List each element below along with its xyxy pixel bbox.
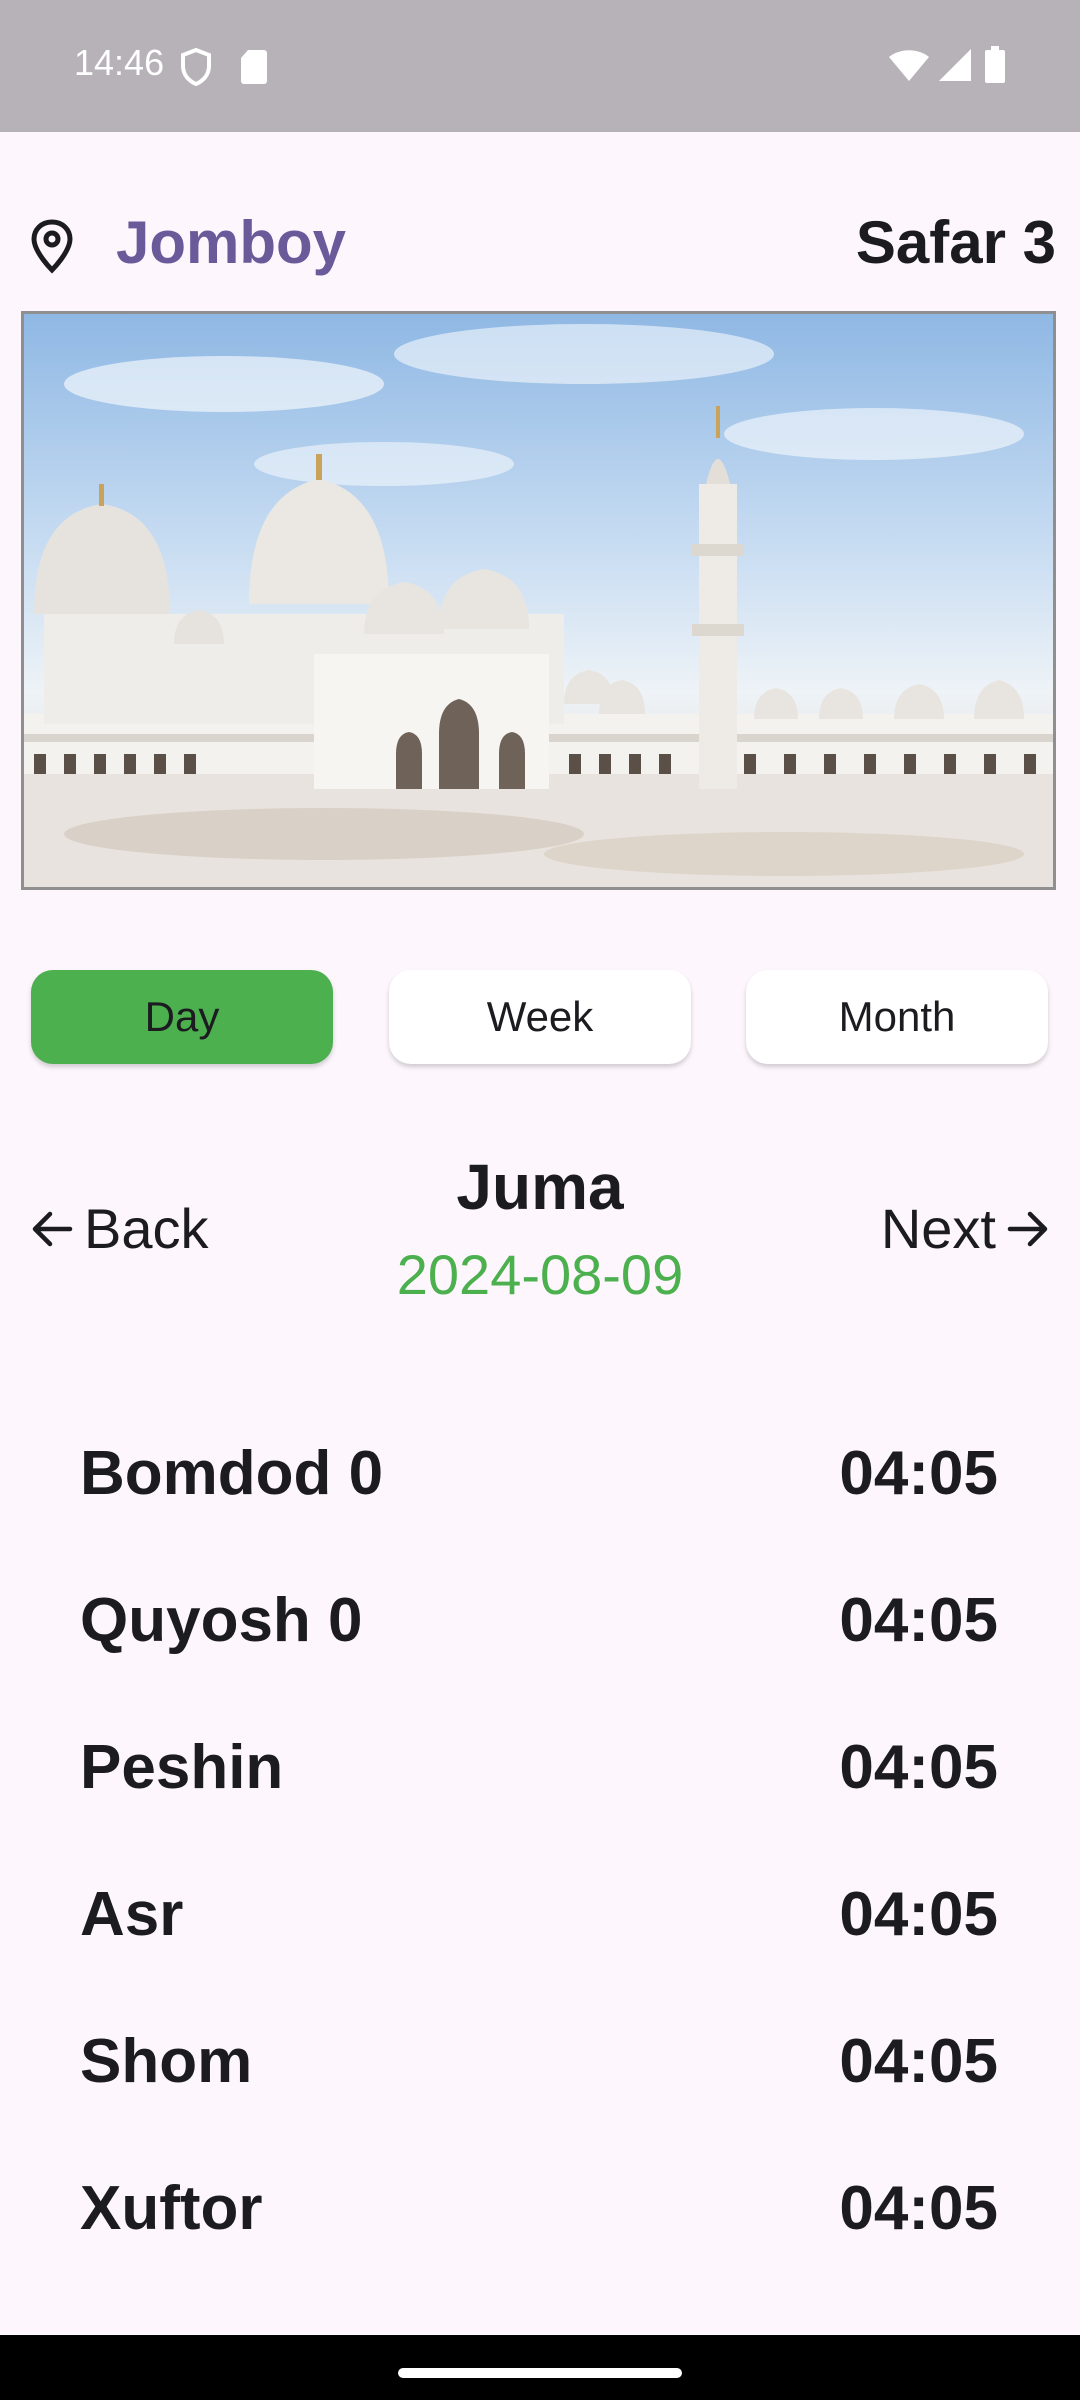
- mosque-image: [21, 311, 1056, 890]
- prayer-row-bomdod: Bomdod 0 04:05: [80, 1400, 998, 1547]
- prayer-time: 04:05: [839, 1880, 998, 1949]
- prayer-time: 04:05: [839, 1586, 998, 1655]
- signal-icon: [939, 49, 971, 81]
- prayer-name: Asr: [80, 1880, 184, 1949]
- header: Jomboy Safar 3: [0, 200, 1080, 290]
- tab-month[interactable]: Month: [746, 970, 1048, 1064]
- prayer-row-peshin: Peshin 04:05: [80, 1694, 998, 1841]
- next-label: Next: [880, 1197, 996, 1260]
- navigation-bar: [0, 2335, 1080, 2400]
- prayer-row-quyosh: Quyosh 0 04:05: [80, 1547, 998, 1694]
- sd-card-icon: [241, 50, 267, 84]
- battery-icon: [985, 46, 1005, 83]
- prayer-name: Xuftor: [80, 2174, 263, 2243]
- prayer-time: 04:05: [839, 1439, 998, 1508]
- prayer-name: Shom: [80, 2027, 253, 2096]
- prayer-name: Quyosh 0: [80, 1586, 363, 1655]
- home-gesture-handle[interactable]: [398, 2368, 682, 2378]
- back-button[interactable]: Back: [28, 1196, 209, 1261]
- arrow-left-icon: [32, 1211, 73, 1246]
- arrow-right-icon: [1007, 1211, 1048, 1246]
- prayer-time: 04:05: [839, 2174, 998, 2243]
- prayer-row-xuftor: Xuftor 04:05: [80, 2135, 998, 2282]
- date-navigation: Juma 2024-08-09 Back Next: [0, 1150, 1080, 1310]
- hijri-date: Safar 3: [855, 209, 1056, 276]
- next-button[interactable]: Next: [881, 1196, 1052, 1261]
- back-label: Back: [84, 1197, 209, 1260]
- prayer-name: Peshin: [80, 1733, 284, 1802]
- tab-day[interactable]: Day: [31, 970, 333, 1064]
- status-time: 14:46: [74, 42, 165, 83]
- prayer-row-asr: Asr 04:05: [80, 1841, 998, 1988]
- location-pin-icon[interactable]: [28, 218, 76, 274]
- prayer-row-shom: Shom 04:05: [80, 1988, 998, 2135]
- tab-week[interactable]: Week: [389, 970, 691, 1064]
- prayer-name: Bomdod 0: [80, 1439, 384, 1508]
- prayer-time: 04:05: [839, 2027, 998, 2096]
- city-name[interactable]: Jomboy: [116, 208, 346, 277]
- view-tabs: Day Week Month: [0, 970, 1080, 1066]
- prayer-times-list: Bomdod 0 04:05 Quyosh 0 04:05 Peshin 04:…: [80, 1400, 998, 2282]
- wifi-icon: [889, 50, 929, 81]
- shield-icon: [181, 48, 211, 86]
- status-bar: 14:46: [0, 0, 1080, 132]
- prayer-time: 04:05: [839, 1733, 998, 1802]
